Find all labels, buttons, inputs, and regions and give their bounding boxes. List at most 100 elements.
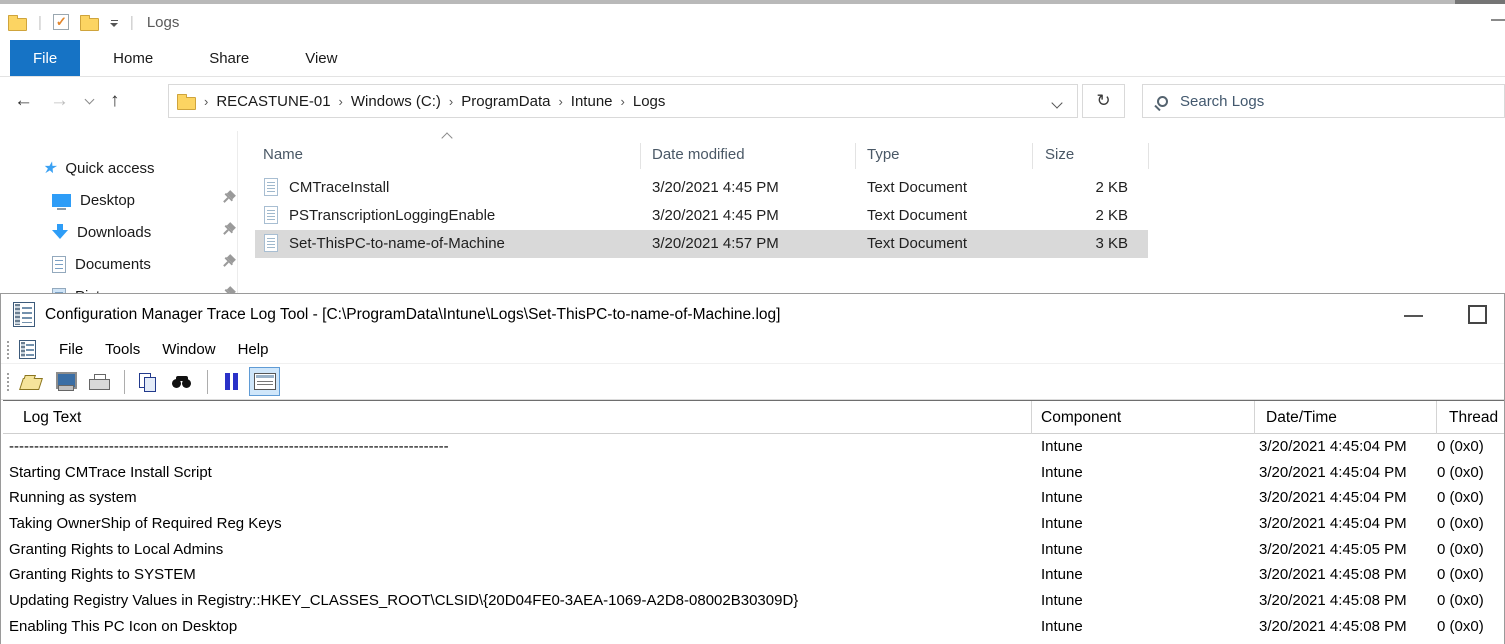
breadcrumb-separator: › [339, 94, 343, 109]
column-divider[interactable] [1148, 143, 1149, 169]
log-date-time: 3/20/2021 4:45:04 PM [1259, 511, 1407, 537]
pin-icon [223, 229, 229, 235]
breadcrumb-item[interactable]: ProgramData [461, 93, 550, 110]
log-text: Enabling This PC Icon on Desktop [9, 614, 237, 640]
column-divider[interactable] [1254, 401, 1255, 434]
search-input[interactable] [1180, 93, 1460, 110]
log-component: Intune [1041, 537, 1083, 563]
tail-view-icon [254, 373, 276, 390]
column-divider[interactable] [1436, 401, 1437, 434]
breadcrumb-item[interactable]: RECASTUNE-01 [216, 93, 330, 110]
log-date-time: 3/20/2021 4:45:08 PM [1259, 588, 1407, 614]
tab-view[interactable]: View [282, 40, 360, 76]
file-row[interactable]: CMTraceInstall3/20/2021 4:45 PMText Docu… [255, 174, 1148, 202]
print-icon [89, 374, 109, 390]
address-dropdown-caret[interactable] [1051, 97, 1062, 108]
log-row[interactable]: Starting CMTrace Install ScriptIntune3/2… [3, 460, 1504, 486]
pause-button[interactable] [215, 367, 246, 396]
desktop-icon [52, 194, 71, 207]
tab-file[interactable]: File [10, 40, 80, 76]
ribbon-tabs: File Home Share View [0, 40, 1505, 77]
forward-button[interactable]: → [50, 90, 69, 112]
open-file-icon [19, 378, 43, 390]
sidebar-item-pictures[interactable]: Pictures [52, 281, 227, 293]
refresh-button[interactable]: ↻ [1082, 84, 1125, 118]
new-folder-icon[interactable] [80, 18, 99, 31]
sidebar-item-documents[interactable]: Documents [52, 249, 227, 279]
column-header-size[interactable]: Size [1045, 146, 1074, 163]
menu-window[interactable]: Window [151, 341, 226, 358]
column-header-type[interactable]: Type [867, 146, 900, 163]
open-file-button[interactable] [15, 367, 46, 396]
print-button[interactable] [83, 367, 114, 396]
breadcrumb-item[interactable]: Logs [633, 93, 666, 110]
breadcrumb-item[interactable]: Intune [571, 93, 613, 110]
nav-arrows: ← → ↑ [14, 77, 120, 125]
minimize-button[interactable] [1491, 19, 1505, 21]
back-button[interactable]: ← [14, 90, 33, 112]
menu-file[interactable]: File [48, 341, 94, 358]
log-component: Intune [1041, 485, 1083, 511]
column-header-date-modified[interactable]: Date modified [652, 146, 745, 163]
log-row[interactable]: Taking OwnerShip of Required Reg KeysInt… [3, 511, 1504, 537]
text-file-icon [264, 234, 278, 252]
toolbar-gripper[interactable] [7, 373, 9, 391]
menubar-gripper[interactable] [7, 341, 9, 359]
menu-tools[interactable]: Tools [94, 341, 151, 358]
column-header-component[interactable]: Component [1041, 409, 1121, 427]
folder-icon[interactable] [8, 18, 27, 31]
sidebar-item-desktop[interactable]: Desktop [52, 185, 227, 215]
tab-share[interactable]: Share [186, 40, 272, 76]
log-row[interactable]: Granting Rights to SYSTEMIntune3/20/2021… [3, 562, 1504, 588]
recent-locations-caret[interactable] [85, 94, 95, 104]
search-box [1142, 84, 1505, 118]
log-date-time: 3/20/2021 4:45:04 PM [1259, 434, 1407, 460]
column-divider[interactable] [1031, 401, 1032, 434]
breadcrumb-item[interactable]: Windows (C:) [351, 93, 441, 110]
column-divider[interactable] [640, 143, 641, 169]
search-icon [1157, 96, 1168, 107]
cmtrace-window-title: Configuration Manager Trace Log Tool - [… [45, 306, 780, 324]
log-text: Granting Rights to Local Admins [9, 537, 223, 563]
column-header-log-text[interactable]: Log Text [23, 409, 81, 427]
pause-icon [223, 373, 239, 390]
toolbar-items [15, 367, 283, 396]
find-button[interactable] [166, 367, 197, 396]
separator: | [130, 14, 134, 31]
column-header-date-time[interactable]: Date/Time [1266, 409, 1337, 427]
column-divider[interactable] [855, 143, 856, 169]
file-type: Text Document [867, 207, 967, 224]
tab-home[interactable]: Home [90, 40, 176, 76]
log-row[interactable]: Enabling This PC Icon on DesktopIntune3/… [3, 614, 1504, 640]
qat-dropdown-caret[interactable] [110, 20, 119, 28]
menu-help[interactable]: Help [227, 341, 280, 358]
cmtrace-app-icon [13, 302, 35, 327]
log-text: Taking OwnerShip of Required Reg Keys [9, 511, 282, 537]
file-date-modified: 3/20/2021 4:45 PM [652, 179, 779, 196]
sidebar-item-downloads[interactable]: Downloads [52, 217, 227, 247]
properties-check-icon[interactable] [53, 14, 69, 30]
log-row[interactable]: Updating Registry Values in Registry::HK… [3, 588, 1504, 614]
up-button[interactable]: ↑ [110, 90, 120, 112]
address-bar[interactable]: ›RECASTUNE-01›Windows (C:)›ProgramData›I… [168, 84, 1078, 118]
log-rows: ----------------------------------------… [3, 434, 1504, 640]
column-header-thread[interactable]: Thread [1449, 409, 1498, 427]
column-divider[interactable] [1032, 143, 1033, 169]
breadcrumb-separator: › [558, 94, 562, 109]
column-header-name[interactable]: Name [263, 146, 303, 163]
log-date-time: 3/20/2021 4:45:05 PM [1259, 537, 1407, 563]
minimize-button[interactable] [1404, 315, 1423, 317]
file-row[interactable]: Set-ThisPC-to-name-of-Machine3/20/2021 4… [255, 230, 1148, 258]
computer-button[interactable] [49, 367, 80, 396]
file-size: 2 KB [1007, 179, 1128, 196]
log-row[interactable]: ----------------------------------------… [3, 434, 1504, 460]
sidebar-item-label: Documents [75, 256, 202, 273]
log-row[interactable]: Granting Rights to Local Admins Intune 3/2… [3, 537, 1504, 563]
file-type: Text Document [867, 179, 967, 196]
log-row[interactable]: Running as systemIntune3/20/2021 4:45:04… [3, 485, 1504, 511]
navigation-bar: ← → ↑ ›RECASTUNE-01›Windows (C:)›Program… [0, 77, 1505, 125]
maximize-button[interactable] [1468, 305, 1487, 324]
copy-button[interactable] [132, 367, 163, 396]
tail-view-button[interactable] [249, 367, 280, 396]
file-row[interactable]: PSTranscriptionLoggingEnable3/20/2021 4:… [255, 202, 1148, 230]
